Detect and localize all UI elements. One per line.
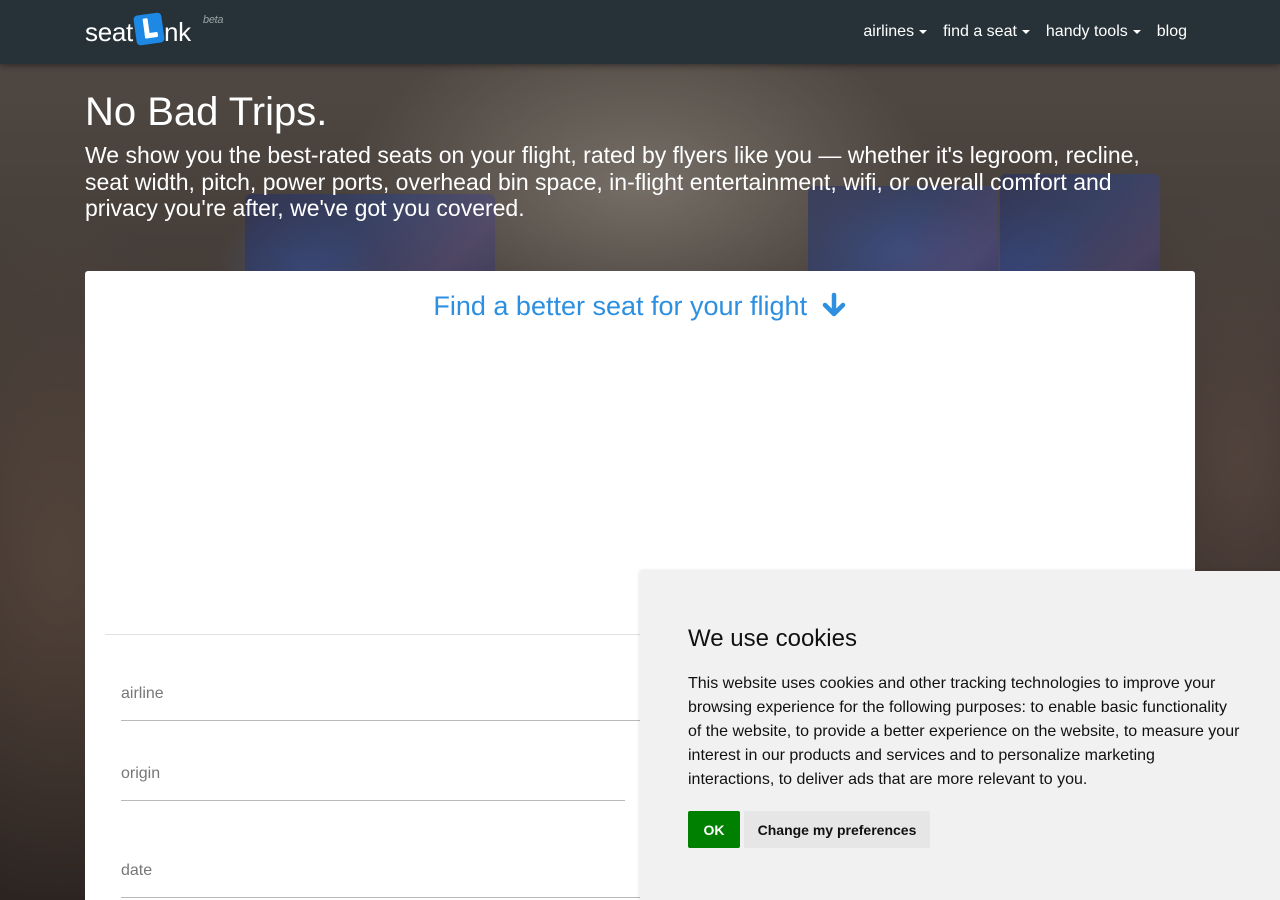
logo-mark-icon: [133, 12, 165, 46]
nav-item-find-a-seat[interactable]: find a seat: [943, 23, 1030, 41]
nav-item-handy-tools[interactable]: handy tools: [1046, 23, 1141, 41]
airline-field[interactable]: [121, 685, 661, 721]
logo-text-left: seat: [85, 16, 133, 47]
cookie-consent-banner: We use cookies This website uses cookies…: [640, 571, 1280, 900]
nav-item-label: find a seat: [943, 23, 1017, 40]
nav-item-label: blog: [1156, 23, 1187, 40]
date-field[interactable]: [121, 862, 661, 898]
nav-menu: airlines find a seat handy tools blog: [863, 0, 1187, 64]
origin-field[interactable]: [121, 765, 625, 801]
logo-text-right: nk: [163, 16, 191, 47]
cookie-banner-text: This website uses cookies and other trac…: [688, 675, 1240, 788]
caret-down-icon: [919, 30, 928, 34]
site-logo[interactable]: seat nk beta: [85, 12, 224, 52]
origin-input[interactable]: [121, 765, 625, 800]
top-navbar: seat nk beta airlines find a seat handy …: [0, 0, 1280, 64]
nav-item-label: handy tools: [1045, 23, 1128, 40]
caret-down-icon: [1132, 30, 1141, 34]
cookie-preferences-button[interactable]: Change my preferences: [744, 811, 930, 848]
nav-item-airlines[interactable]: airlines: [863, 23, 928, 41]
cookie-banner-title: We use cookies: [688, 625, 857, 652]
nav-item-label: airlines: [863, 23, 915, 40]
nav-item-blog[interactable]: blog: [1157, 23, 1187, 41]
arrow-down-icon: [822, 292, 845, 317]
airline-input[interactable]: [121, 685, 661, 720]
cookie-ok-button[interactable]: OK: [688, 811, 740, 848]
date-input[interactable]: [121, 862, 661, 897]
search-card-heading-text: Find a better seat for your flight: [433, 291, 808, 321]
hero-subtitle: We show you the best-rated seats on your…: [85, 142, 1140, 221]
hero-title: No Bad Trips.: [85, 90, 328, 134]
search-card-heading: Find a better seat for your flight: [85, 291, 1195, 322]
caret-down-icon: [1021, 30, 1030, 34]
beta-badge: beta: [203, 14, 224, 26]
